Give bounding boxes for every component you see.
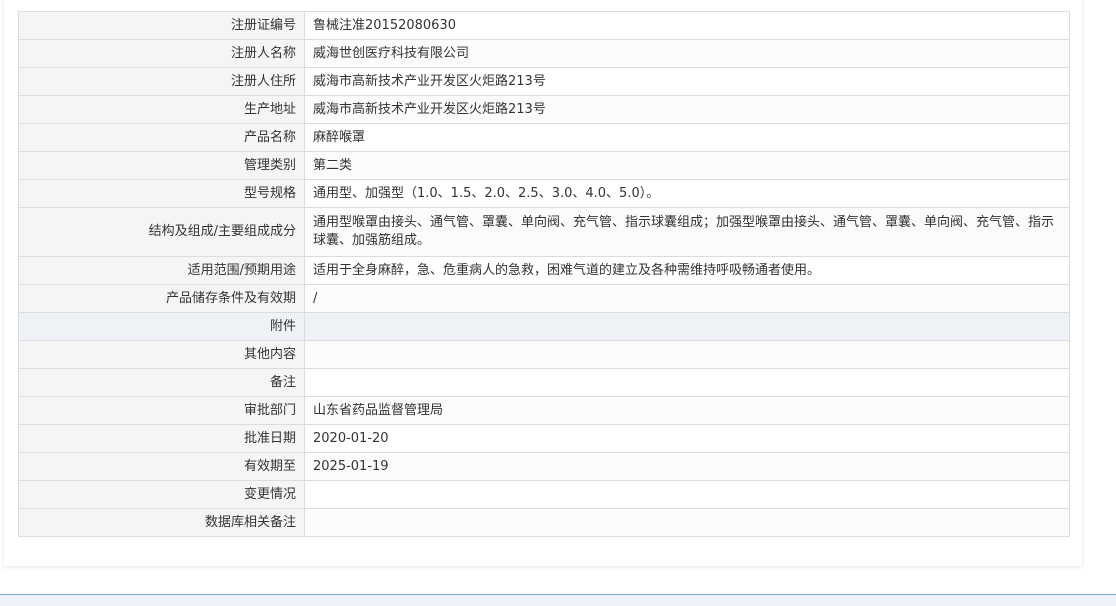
page: 注册证编号 鲁械注准20152080630 注册人名称 威海世创医疗科技有限公司… (0, 0, 1116, 606)
row-value: 麻醉喉罩 (304, 123, 1070, 152)
table-row: 备注 (18, 368, 1070, 397)
table-row: 生产地址 威海市高新技术产业开发区火炬路213号 (18, 95, 1070, 124)
row-label: 其他内容 (18, 340, 305, 369)
row-value (304, 508, 1070, 537)
table-row: 审批部门 山东省药品监督管理局 (18, 396, 1070, 425)
row-value: 2025-01-19 (304, 452, 1070, 481)
row-label: 备注 (18, 368, 305, 397)
table-row: 型号规格 通用型、加强型（1.0、1.5、2.0、2.5、3.0、4.0、5.0… (18, 179, 1070, 208)
row-label: 注册人住所 (18, 67, 305, 96)
table-row: 结构及组成/主要组成成分 通用型喉罩由接头、通气管、罩囊、单向阀、充气管、指示球… (18, 207, 1070, 257)
row-value: 通用型、加强型（1.0、1.5、2.0、2.5、3.0、4.0、5.0）。 (304, 179, 1070, 208)
row-value: 威海市高新技术产业开发区火炬路213号 (304, 95, 1070, 124)
table-row: 附件 (18, 312, 1070, 341)
row-label: 变更情况 (18, 480, 305, 509)
footer-band (0, 595, 1116, 606)
row-label: 适用范围/预期用途 (18, 256, 305, 285)
row-value: 通用型喉罩由接头、通气管、罩囊、单向阀、充气管、指示球囊组成；加强型喉罩由接头、… (304, 207, 1070, 257)
row-value: 山东省药品监督管理局 (304, 396, 1070, 425)
table-row: 产品名称 麻醉喉罩 (18, 123, 1070, 152)
row-value: 威海世创医疗科技有限公司 (304, 39, 1070, 68)
row-value (304, 312, 1070, 341)
row-value (304, 480, 1070, 509)
row-value (304, 368, 1070, 397)
row-label: 结构及组成/主要组成成分 (18, 207, 305, 257)
table-row: 适用范围/预期用途 适用于全身麻醉，急、危重病人的急救，困难气道的建立及各种需维… (18, 256, 1070, 285)
detail-panel: 注册证编号 鲁械注准20152080630 注册人名称 威海世创医疗科技有限公司… (4, 0, 1082, 566)
row-label: 管理类别 (18, 151, 305, 180)
table-row: 注册人住所 威海市高新技术产业开发区火炬路213号 (18, 67, 1070, 96)
row-value: 威海市高新技术产业开发区火炬路213号 (304, 67, 1070, 96)
table-row: 数据库相关备注 (18, 508, 1070, 537)
table-row: 注册人名称 威海世创医疗科技有限公司 (18, 39, 1070, 68)
row-label: 产品名称 (18, 123, 305, 152)
row-label: 注册证编号 (18, 11, 305, 40)
row-value: 鲁械注准20152080630 (304, 11, 1070, 40)
row-label: 产品储存条件及有效期 (18, 284, 305, 313)
table-row: 产品储存条件及有效期 / (18, 284, 1070, 313)
row-label: 数据库相关备注 (18, 508, 305, 537)
row-label: 有效期至 (18, 452, 305, 481)
table-row: 变更情况 (18, 480, 1070, 509)
table-row: 有效期至 2025-01-19 (18, 452, 1070, 481)
row-value: 2020-01-20 (304, 424, 1070, 453)
row-label: 生产地址 (18, 95, 305, 124)
row-value (304, 340, 1070, 369)
table-row: 注册证编号 鲁械注准20152080630 (18, 11, 1070, 40)
row-label: 型号规格 (18, 179, 305, 208)
row-value: 适用于全身麻醉，急、危重病人的急救，困难气道的建立及各种需维持呼吸畅通者使用。 (304, 256, 1070, 285)
row-label: 批准日期 (18, 424, 305, 453)
table-row: 管理类别 第二类 (18, 151, 1070, 180)
table-row: 其他内容 (18, 340, 1070, 369)
row-label: 审批部门 (18, 396, 305, 425)
registration-detail-table: 注册证编号 鲁械注准20152080630 注册人名称 威海世创医疗科技有限公司… (18, 11, 1070, 537)
row-value: 第二类 (304, 151, 1070, 180)
table-row: 批准日期 2020-01-20 (18, 424, 1070, 453)
row-label: 附件 (18, 312, 305, 341)
row-label: 注册人名称 (18, 39, 305, 68)
row-value: / (304, 284, 1070, 313)
